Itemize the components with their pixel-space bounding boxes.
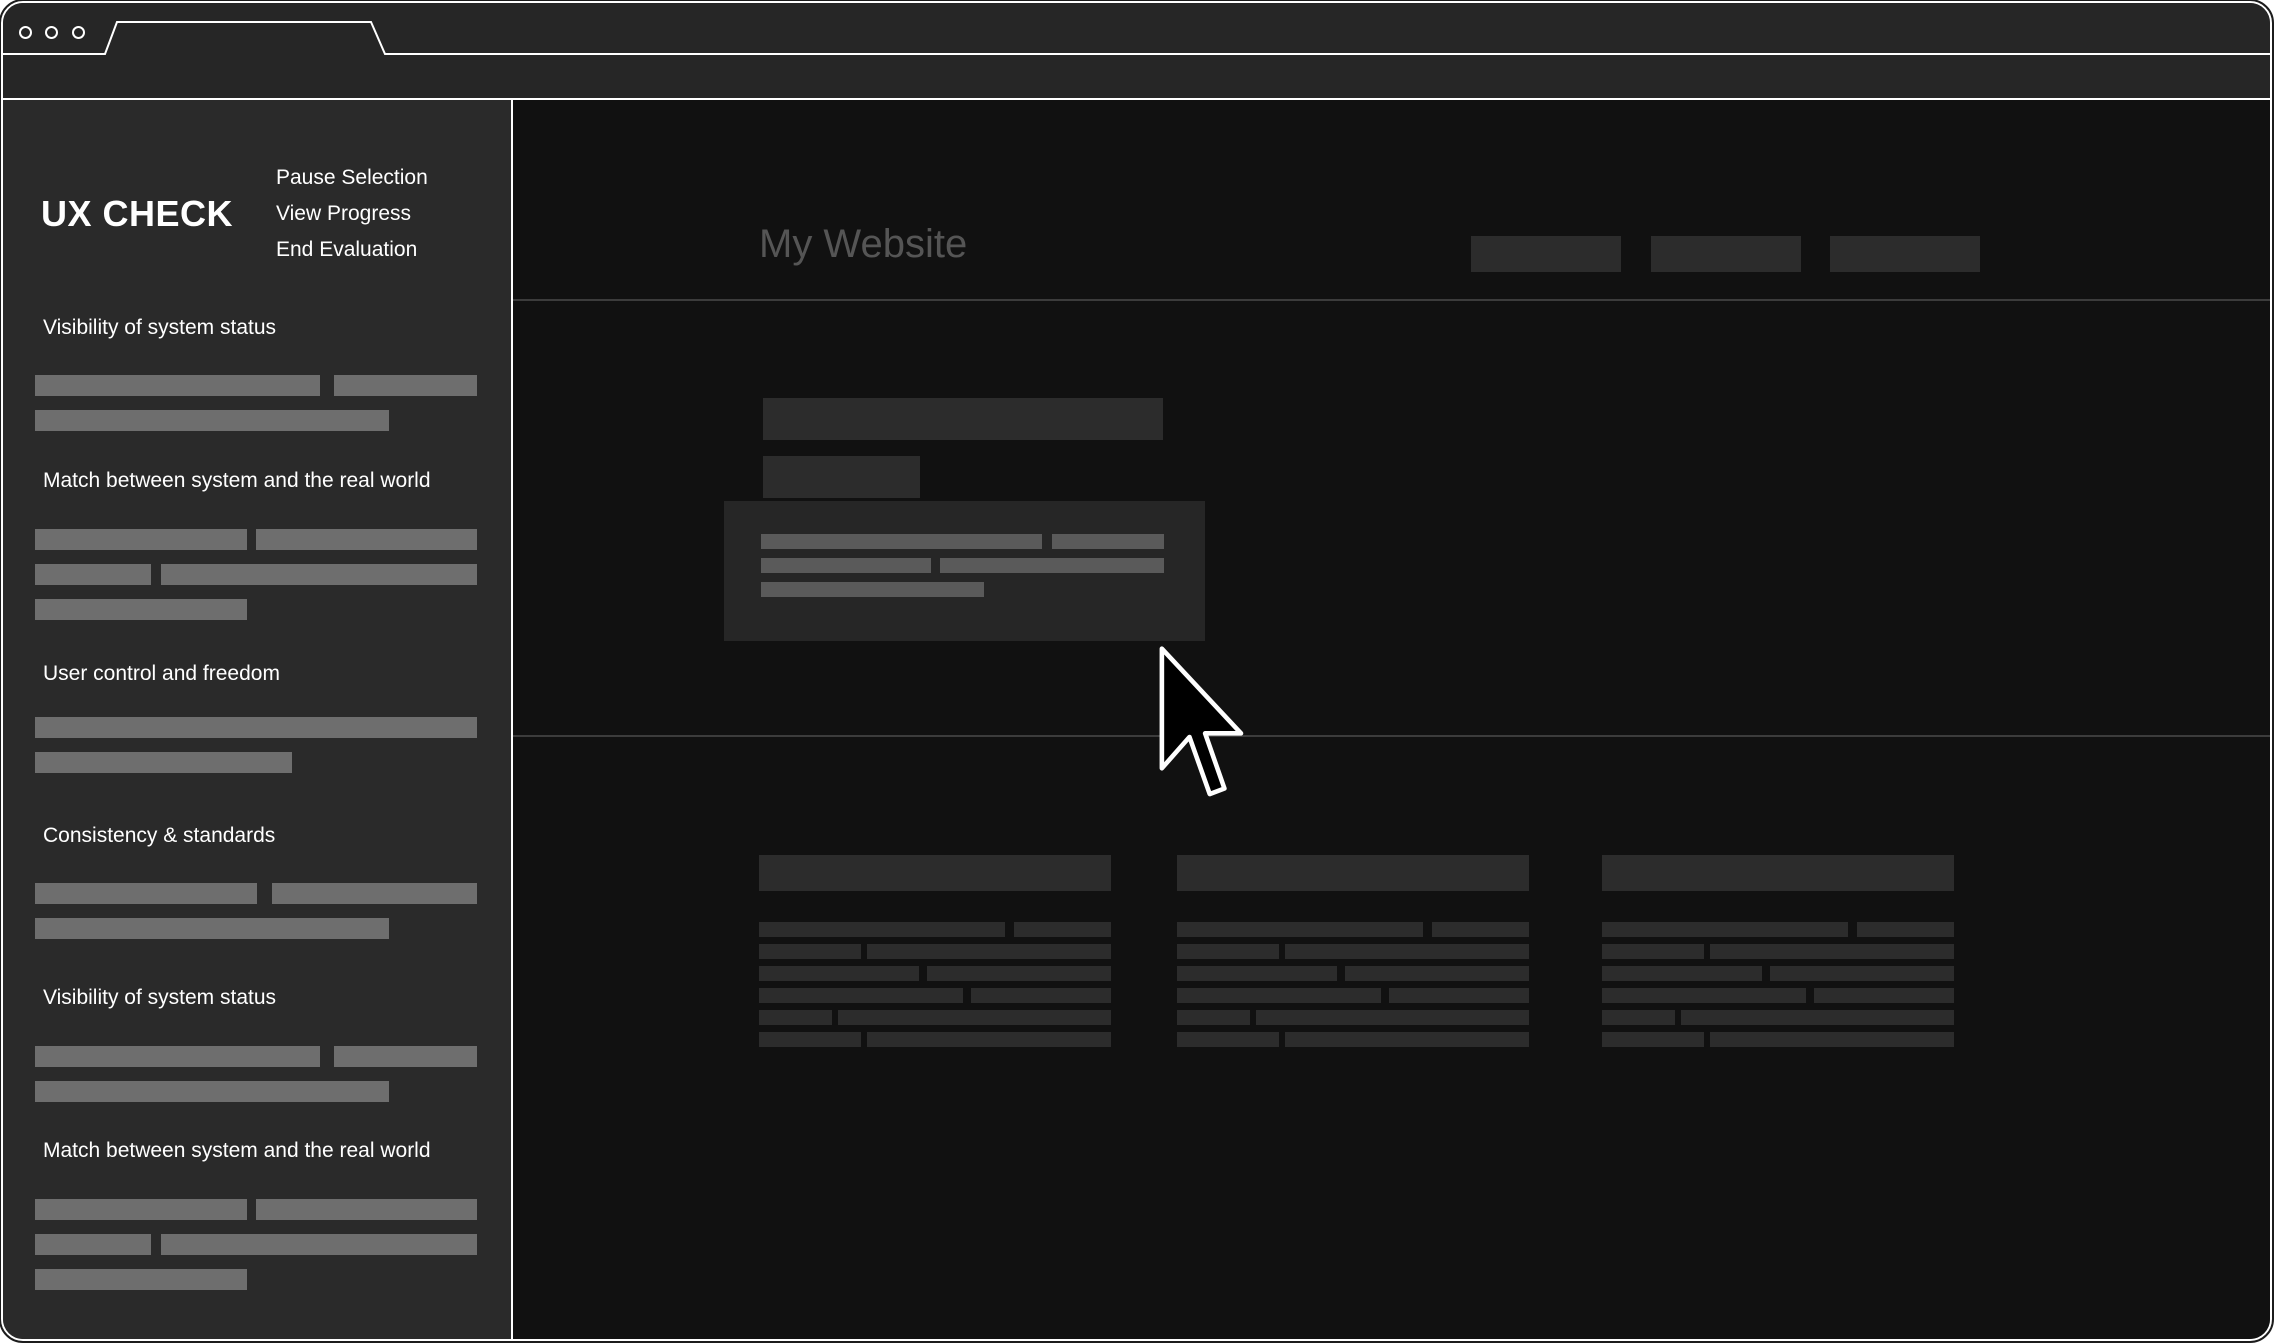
placeholder-text-bar: [1177, 966, 1337, 981]
placeholder-text-bar: [1814, 988, 1954, 1003]
placeholder-text-bar: [1177, 922, 1423, 937]
arrow-pointer-icon: [1159, 646, 1244, 797]
header-divider: [513, 299, 2270, 301]
placeholder-text-bar: [35, 375, 320, 396]
placeholder-text-bar: [1345, 966, 1529, 981]
placeholder-text-bar: [256, 1199, 477, 1220]
placeholder-text-bar: [35, 1269, 247, 1290]
placeholder-text-bar: [334, 375, 477, 396]
browser-window: UX CHECK Pause Selection View Progress E…: [0, 0, 2274, 1343]
pause-selection-link[interactable]: Pause Selection: [276, 166, 428, 190]
placeholder-text-bar: [940, 558, 1164, 573]
placeholder-text-bar: [761, 558, 931, 573]
nav-link-placeholder[interactable]: [1830, 236, 1980, 272]
placeholder-text-bar: [759, 1010, 832, 1025]
placeholder-text-bar: [1602, 966, 1762, 981]
column-heading-placeholder: [1177, 855, 1529, 891]
title-bar: [3, 3, 2270, 55]
placeholder-text-bar: [1014, 922, 1111, 937]
placeholder-text-bar: [1285, 1032, 1529, 1047]
heuristic-title: User control and freedom: [43, 662, 280, 685]
column-heading-placeholder: [759, 855, 1111, 891]
placeholder-text-bar: [35, 918, 389, 939]
nav-link-placeholder[interactable]: [1471, 236, 1621, 272]
placeholder-text-bar: [35, 564, 151, 585]
placeholder-text-bar: [867, 1032, 1111, 1047]
placeholder-text-bar: [1857, 922, 1954, 937]
placeholder-text-bar: [1602, 944, 1704, 959]
placeholder-text-bar: [35, 599, 247, 620]
placeholder-text-bar: [1052, 534, 1164, 549]
placeholder-text-bar: [1285, 944, 1529, 959]
placeholder-text-bar: [759, 988, 963, 1003]
placeholder-text-bar: [761, 582, 984, 597]
placeholder-text-bar: [1770, 966, 1954, 981]
placeholder-text-bar: [838, 1010, 1111, 1025]
placeholder-text-bar: [161, 1234, 477, 1255]
evaluation-tooltip-popup[interactable]: [724, 501, 1205, 641]
site-title[interactable]: My Website: [759, 222, 967, 267]
website-viewport: My Website: [513, 100, 2270, 1339]
placeholder-text-bar: [971, 988, 1111, 1003]
placeholder-text-bar: [334, 1046, 477, 1067]
placeholder-text-bar: [161, 564, 477, 585]
placeholder-text-bar: [761, 534, 1042, 549]
placeholder-text-bar: [35, 1081, 389, 1102]
heuristic-title: Visibility of system status: [43, 986, 277, 1009]
placeholder-text-bar: [1177, 988, 1381, 1003]
hero-heading-placeholder: [763, 398, 1163, 440]
placeholder-text-bar: [759, 966, 919, 981]
brand-title: UX CHECK: [41, 193, 234, 234]
placeholder-text-bar: [35, 1234, 151, 1255]
heuristic-title: Consistency & standards: [43, 824, 276, 847]
placeholder-text-bar: [35, 752, 292, 773]
placeholder-text-bar: [759, 944, 861, 959]
placeholder-text-bar: [1710, 1032, 1954, 1047]
placeholder-text-bar: [35, 410, 389, 431]
placeholder-text-bar: [759, 922, 1005, 937]
placeholder-text-bar: [1177, 1032, 1279, 1047]
placeholder-text-bar: [1256, 1010, 1529, 1025]
heuristic-title: Match between system and the real world: [43, 469, 431, 492]
placeholder-text-bar: [256, 529, 477, 550]
placeholder-text-bar: [1710, 944, 1954, 959]
column-heading-placeholder: [1602, 855, 1954, 891]
placeholder-text-bar: [1602, 922, 1848, 937]
placeholder-text-bar: [35, 1199, 247, 1220]
placeholder-text-bar: [1389, 988, 1529, 1003]
placeholder-text-bar: [1681, 1010, 1954, 1025]
placeholder-text-bar: [35, 883, 257, 904]
section-divider: [513, 735, 2270, 737]
nav-link-placeholder[interactable]: [1651, 236, 1801, 272]
placeholder-text-bar: [927, 966, 1111, 981]
view-progress-link[interactable]: View Progress: [276, 202, 411, 226]
placeholder-text-bar: [1432, 922, 1529, 937]
browser-tab[interactable]: [3, 3, 2272, 57]
address-bar[interactable]: [3, 55, 2270, 100]
hero-button-placeholder[interactable]: [763, 456, 920, 498]
placeholder-text-bar: [1177, 1010, 1250, 1025]
placeholder-text-bar: [35, 529, 247, 550]
heuristic-title: Visibility of system status: [43, 316, 277, 339]
end-evaluation-link[interactable]: End Evaluation: [276, 238, 417, 262]
heuristic-title: Match between system and the real world: [43, 1139, 431, 1162]
placeholder-text-bar: [867, 944, 1111, 959]
placeholder-text-bar: [1602, 1010, 1675, 1025]
placeholder-text-bar: [35, 717, 477, 738]
placeholder-text-bar: [1602, 1032, 1704, 1047]
placeholder-text-bar: [35, 1046, 320, 1067]
placeholder-text-bar: [272, 883, 477, 904]
placeholder-text-bar: [1177, 944, 1279, 959]
ux-check-sidebar: UX CHECK Pause Selection View Progress E…: [3, 100, 513, 1339]
placeholder-text-bar: [1602, 988, 1806, 1003]
placeholder-text-bar: [759, 1032, 861, 1047]
